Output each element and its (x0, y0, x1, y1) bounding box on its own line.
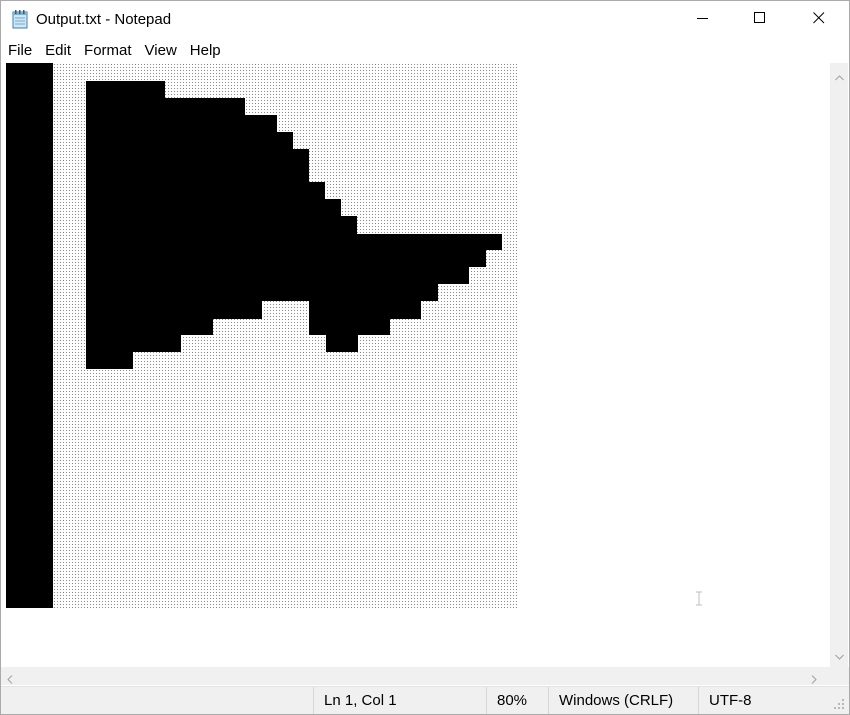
status-encoding: UTF-8 (698, 687, 831, 714)
close-icon (813, 11, 825, 29)
scrollbar-corner (830, 667, 849, 685)
minimize-icon (697, 11, 709, 29)
window-title: Output.txt - Notepad (36, 11, 172, 28)
menu-help[interactable]: Help (183, 40, 227, 62)
resize-grip-icon[interactable] (833, 697, 845, 714)
scroll-up-icon[interactable] (835, 68, 844, 86)
maximize-button[interactable] (737, 1, 783, 39)
vertical-scrollbar[interactable] (830, 63, 848, 667)
menu-format[interactable]: Format (77, 40, 138, 62)
title-bar[interactable]: Output.txt - Notepad (1, 1, 849, 39)
scroll-down-icon[interactable] (835, 647, 844, 665)
notepad-window: Output.txt - Notepad File Edit Format Vi… (0, 0, 850, 715)
ascii-art-flag (86, 81, 502, 369)
status-line-ending: Windows (CRLF) (548, 687, 698, 714)
notepad-icon (12, 10, 29, 29)
text-editor-area[interactable] (1, 63, 830, 667)
horizontal-scrollbar[interactable] (1, 667, 830, 685)
menu-view[interactable]: View (138, 40, 183, 62)
minimize-button[interactable] (680, 1, 726, 39)
menu-file[interactable]: File (1, 40, 38, 62)
ibeam-cursor-icon (695, 591, 703, 606)
maximize-icon (754, 11, 766, 29)
status-zoom: 80% (486, 687, 548, 714)
menu-bar: File Edit Format View Help (1, 40, 849, 62)
menu-edit[interactable]: Edit (38, 40, 77, 62)
close-button[interactable] (796, 1, 842, 39)
status-bar: Ln 1, Col 1 80% Windows (CRLF) UTF-8 (1, 686, 849, 714)
status-cursor-position: Ln 1, Col 1 (313, 687, 486, 714)
